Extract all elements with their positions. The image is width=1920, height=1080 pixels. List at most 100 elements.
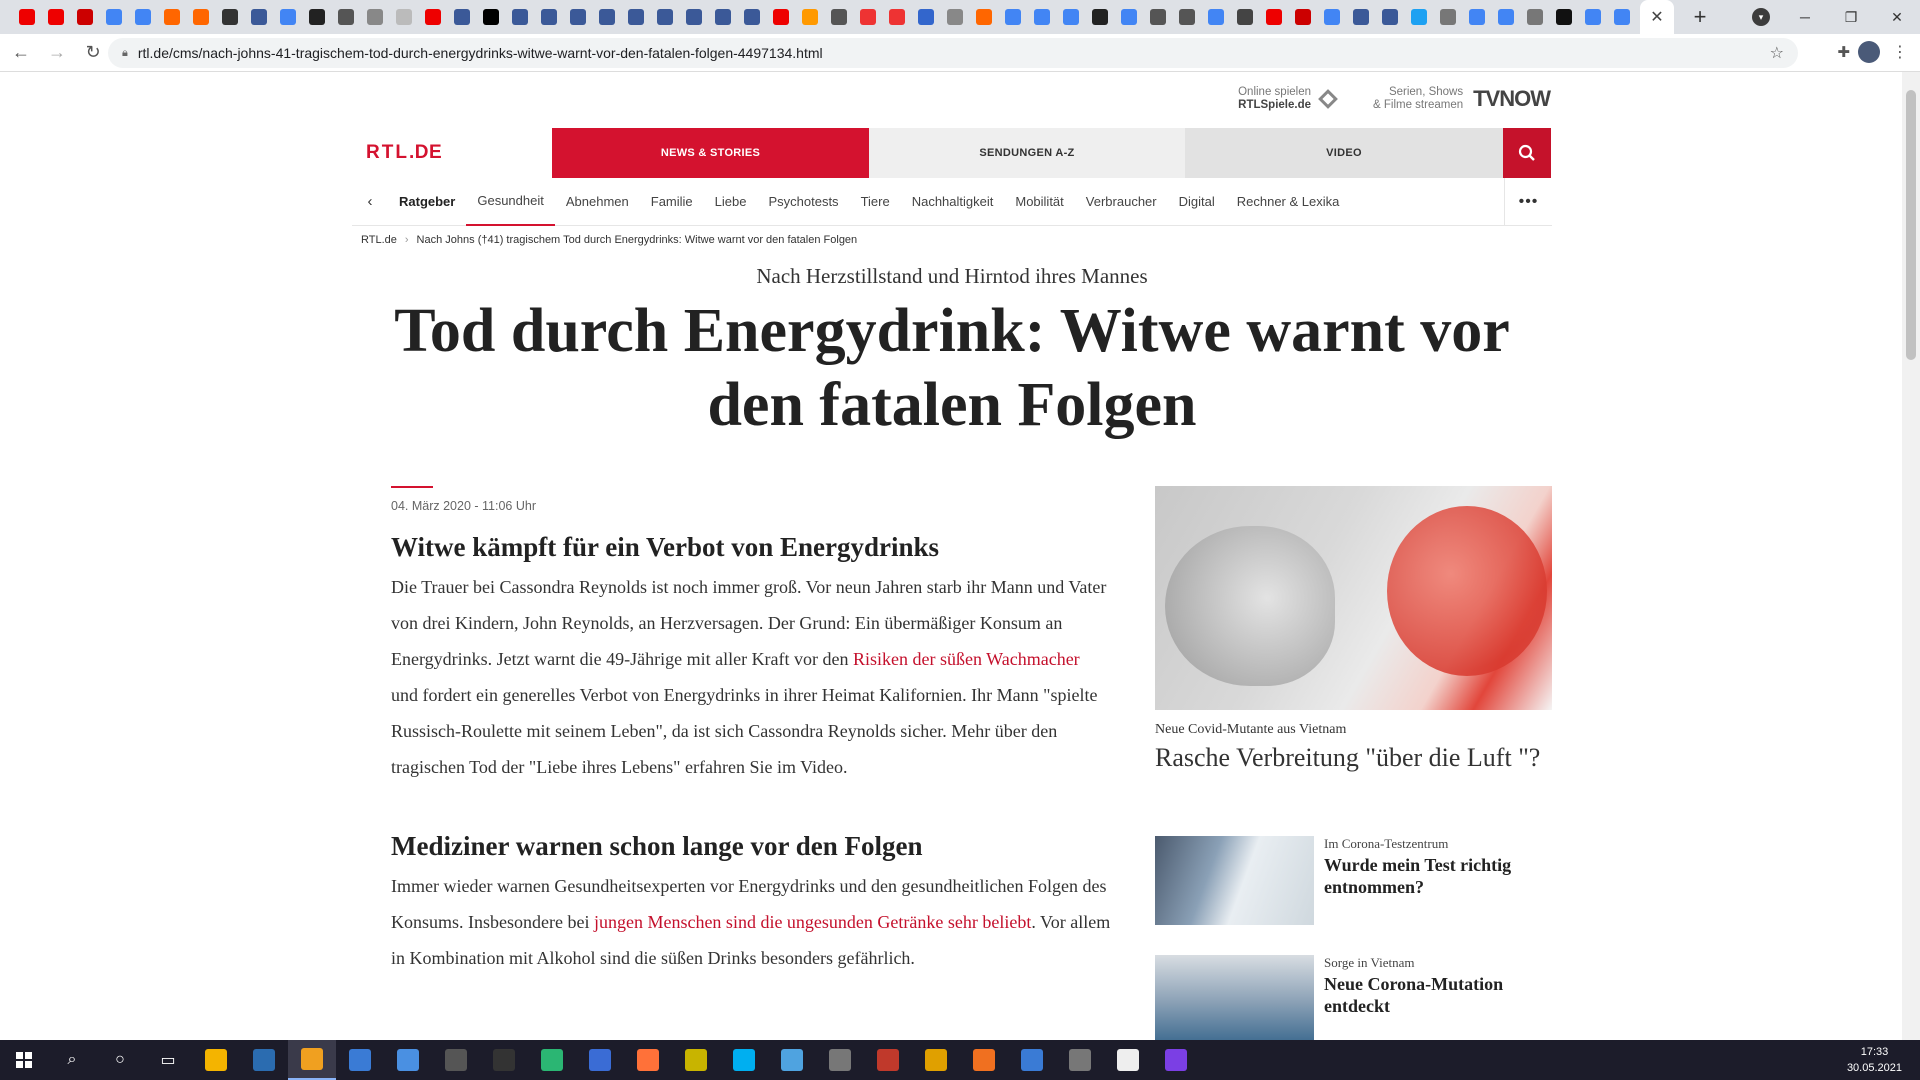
subnav-familie[interactable]: Familie <box>640 178 704 226</box>
tab-favicon-icon[interactable] <box>976 9 992 25</box>
tab-favicon-icon[interactable] <box>1092 9 1108 25</box>
subnav-digital[interactable]: Digital <box>1168 178 1226 226</box>
tab-favicon-icon[interactable] <box>889 9 905 25</box>
tab-favicon-icon[interactable] <box>454 9 470 25</box>
taskbar-app-icon[interactable] <box>768 1040 816 1080</box>
subnav-ratgeber[interactable]: Ratgeber <box>388 178 466 226</box>
tab-favicon-icon[interactable] <box>425 9 441 25</box>
taskbar-app-icon[interactable] <box>1056 1040 1104 1080</box>
subnav-psychotests[interactable]: Psychotests <box>757 178 849 226</box>
tab-favicon-icon[interactable] <box>309 9 325 25</box>
teaser-thumbnail[interactable] <box>1155 836 1314 925</box>
teaser-item[interactable]: Im Corona-Testzentrum Wurde mein Test ri… <box>1155 836 1552 925</box>
tab-favicon-icon[interactable] <box>222 9 238 25</box>
taskbar-app-icon[interactable] <box>864 1040 912 1080</box>
rtlspiele-link[interactable]: Online spielen RTLSpiele.de <box>1238 86 1338 112</box>
tab-favicon-icon[interactable] <box>1527 9 1543 25</box>
tab-favicon-icon[interactable] <box>1208 9 1224 25</box>
tab-favicon-icon[interactable] <box>628 9 644 25</box>
taskbar-app-icon[interactable] <box>624 1040 672 1080</box>
tab-favicon-icon[interactable] <box>802 9 818 25</box>
subnav-verbraucher[interactable]: Verbraucher <box>1075 178 1168 226</box>
taskbar-app-icon[interactable] <box>240 1040 288 1080</box>
taskbar-app-icon[interactable] <box>480 1040 528 1080</box>
bookmark-star-icon[interactable]: ☆ <box>1770 43 1784 63</box>
subnav-gesundheit[interactable]: Gesundheit <box>466 178 555 226</box>
tab-search-icon[interactable]: ▾ <box>1752 8 1770 26</box>
tab-favicon-icon[interactable] <box>512 9 528 25</box>
taskbar-app-icon[interactable] <box>1152 1040 1200 1080</box>
minimize-icon[interactable]: ─ <box>1782 9 1828 25</box>
tab-favicon-icon[interactable] <box>918 9 934 25</box>
search-icon[interactable] <box>1503 128 1551 178</box>
more-dots-icon[interactable]: ••• <box>1504 178 1552 226</box>
tab-favicon-icon[interactable] <box>135 9 151 25</box>
tab-favicon-icon[interactable] <box>1382 9 1398 25</box>
tab-favicon-icon[interactable] <box>541 9 557 25</box>
taskbar-app-icon[interactable] <box>192 1040 240 1080</box>
tab-favicon-icon[interactable] <box>831 9 847 25</box>
tab-favicon-icon[interactable] <box>1121 9 1137 25</box>
new-tab-button[interactable]: + <box>1686 4 1714 30</box>
tab-favicon-icon[interactable] <box>1469 9 1485 25</box>
cortana-icon[interactable]: ○ <box>96 1040 144 1080</box>
taskbar-app-icon[interactable] <box>1104 1040 1152 1080</box>
subnav-abnehmen[interactable]: Abnehmen <box>555 178 640 226</box>
profile-avatar[interactable] <box>1858 41 1880 63</box>
taskbar-app-icon[interactable] <box>576 1040 624 1080</box>
close-tab-icon[interactable]: ✕ <box>1650 7 1663 27</box>
search-icon[interactable]: ⌕ <box>48 1040 96 1080</box>
tab-favicon-icon[interactable] <box>1034 9 1050 25</box>
tab-favicon-icon[interactable] <box>860 9 876 25</box>
extensions-icon[interactable]: ✚ <box>1837 43 1850 61</box>
taskbar-app-icon[interactable] <box>432 1040 480 1080</box>
tab-favicon-icon[interactable] <box>280 9 296 25</box>
lock-icon[interactable]: 🔒︎ <box>122 47 128 60</box>
chevron-left-icon[interactable]: ‹ <box>352 193 388 210</box>
tab-favicon-icon[interactable] <box>1556 9 1572 25</box>
tab-favicon-icon[interactable] <box>1295 9 1311 25</box>
tab-favicon-icon[interactable] <box>1324 9 1340 25</box>
tab-favicon-icon[interactable] <box>77 9 93 25</box>
tab-favicon-icon[interactable] <box>773 9 789 25</box>
forward-icon[interactable]: → <box>42 42 72 63</box>
rtl-logo[interactable]: RTL .DE <box>352 128 552 178</box>
windows-start-icon[interactable] <box>0 1040 48 1080</box>
tab-favicon-icon[interactable] <box>599 9 615 25</box>
browser-menu-icon[interactable]: ⋮ <box>1892 42 1908 62</box>
page-scrollbar[interactable] <box>1902 72 1920 1040</box>
system-clock[interactable]: 17:33 30.05.2021 <box>1847 1044 1902 1076</box>
address-bar[interactable]: 🔒︎ rtl.de/cms/nach-johns-41-tragischem-t… <box>108 38 1798 68</box>
tab-favicon-icon[interactable] <box>1411 9 1427 25</box>
close-window-icon[interactable]: ✕ <box>1874 9 1920 26</box>
task-view-icon[interactable]: ▭ <box>144 1040 192 1080</box>
nav-video[interactable]: VIDEO <box>1185 128 1503 178</box>
url-text[interactable]: rtl.de/cms/nach-johns-41-tragischem-tod-… <box>138 45 823 61</box>
taskbar-app-icon[interactable] <box>384 1040 432 1080</box>
tab-favicon-icon[interactable] <box>1179 9 1195 25</box>
nav-sendungen[interactable]: SENDUNGEN A-Z <box>869 128 1185 178</box>
risiken-link[interactable]: Risiken der süßen Wachmacher <box>853 649 1080 669</box>
subnav-rechner-lexika[interactable]: Rechner & Lexika <box>1226 178 1351 226</box>
scrollbar-thumb[interactable] <box>1906 90 1916 360</box>
reload-icon[interactable]: ↻ <box>78 42 108 63</box>
hero-teaser[interactable]: Neue Covid-Mutante aus Vietnam Rasche Ve… <box>1155 486 1552 774</box>
taskbar-app-icon[interactable] <box>288 1040 336 1080</box>
nav-news-stories[interactable]: NEWS & STORIES <box>552 128 869 178</box>
taskbar-app-icon[interactable] <box>672 1040 720 1080</box>
hero-image[interactable] <box>1155 486 1552 710</box>
tab-favicon-icon[interactable] <box>193 9 209 25</box>
hero-title[interactable]: Rasche Verbreitung "über die Luft "? <box>1155 742 1552 774</box>
tab-favicon-icon[interactable] <box>19 9 35 25</box>
subnav-nachhaltigkeit[interactable]: Nachhaltigkeit <box>901 178 1005 226</box>
tab-favicon-icon[interactable] <box>1237 9 1253 25</box>
tab-favicon-icon[interactable] <box>338 9 354 25</box>
tab-favicon-icon[interactable] <box>1063 9 1079 25</box>
back-icon[interactable]: ← <box>6 42 36 63</box>
tab-favicon-icon[interactable] <box>1498 9 1514 25</box>
taskbar-app-icon[interactable] <box>912 1040 960 1080</box>
tab-favicon-icon[interactable] <box>367 9 383 25</box>
tab-favicon-icon[interactable] <box>1005 9 1021 25</box>
subnav-mobilitaet[interactable]: Mobilität <box>1004 178 1074 226</box>
tab-favicon-icon[interactable] <box>483 9 499 25</box>
